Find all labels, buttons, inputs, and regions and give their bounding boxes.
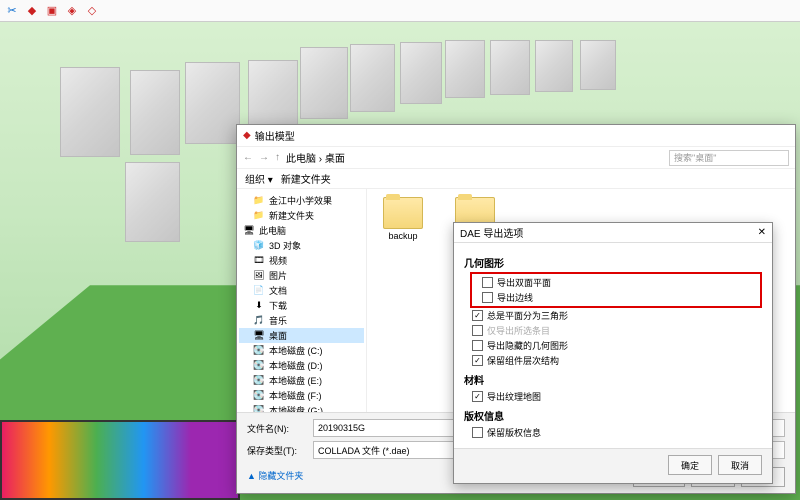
chk-selection-only [472, 325, 483, 336]
tree-item[interactable]: 📁新建文件夹 [239, 208, 364, 223]
folder-icon: 🖼 [253, 270, 265, 282]
folder-icon: 💽 [253, 405, 265, 413]
app-icon: ◆ [243, 130, 251, 141]
dialog-nav: ← → ↑ 此电脑 › 桌面 搜索"桌面" [237, 147, 795, 169]
folder-icon: 📁 [253, 210, 265, 222]
chk-edges[interactable] [482, 292, 493, 303]
tree-item[interactable]: 🖼图片 [239, 268, 364, 283]
nav-fwd-icon[interactable]: → [259, 152, 269, 163]
dialog-titlebar: ◆ 输出模型 [237, 125, 795, 147]
chk-hierarchy[interactable] [472, 355, 483, 366]
options-ok-button[interactable]: 确定 [668, 455, 712, 475]
dialog-toolbar: 组织 ▾ 新建文件夹 [237, 169, 795, 189]
folder-icon: 🖥 [243, 225, 255, 237]
folder-icon: 🧊 [253, 240, 265, 252]
group-credits: 版权信息 [464, 408, 762, 423]
tool-red4-icon[interactable]: ◇ [84, 3, 100, 19]
tool-red3-icon[interactable]: ◈ [64, 3, 80, 19]
folder-tree[interactable]: 📁金江中小学效果📁新建文件夹🖥此电脑🧊3D 对象🎞视频🖼图片📄文档⬇下载🎵音乐🖥… [237, 189, 367, 412]
folder-icon: 💽 [253, 390, 265, 402]
folder-icon: ⬇ [253, 300, 265, 312]
folder-icon: 💽 [253, 360, 265, 372]
filename-label: 文件名(N): [247, 422, 307, 435]
tree-item[interactable]: 💽本地磁盘 (G:) [239, 403, 364, 412]
hide-folders-link[interactable]: ▲ 隐藏文件夹 [247, 469, 303, 482]
folder-icon: 📄 [253, 285, 265, 297]
chk-textures[interactable] [472, 391, 483, 402]
tree-item[interactable]: 💽本地磁盘 (D:) [239, 358, 364, 373]
folder-icon [383, 197, 423, 229]
tree-item[interactable]: 📁金江中小学效果 [239, 193, 364, 208]
tree-item[interactable]: ⬇下载 [239, 298, 364, 313]
folder-icon: 💽 [253, 375, 265, 387]
tree-item[interactable]: 🖥此电脑 [239, 223, 364, 238]
tree-item[interactable]: 📄文档 [239, 283, 364, 298]
dae-options-dialog: DAE 导出选项 ✕ 几何图形 导出双面平面 导出边线 总是平面分为三角形 仅导… [453, 222, 773, 484]
organize-button[interactable]: 组织 ▾ [245, 171, 273, 186]
chk-triangulate[interactable] [472, 310, 483, 321]
tree-item[interactable]: 🎞视频 [239, 253, 364, 268]
breadcrumb[interactable]: 此电脑 › 桌面 [286, 150, 663, 165]
tool-scissors-icon[interactable]: ✂ [4, 3, 20, 19]
tool-red1-icon[interactable]: ◆ [24, 3, 40, 19]
folder-icon: 💽 [253, 345, 265, 357]
file-item[interactable]: backup [375, 197, 431, 241]
close-icon[interactable]: ✕ [758, 227, 766, 238]
options-cancel-button[interactable]: 取消 [718, 455, 762, 475]
tree-item[interactable]: 💽本地磁盘 (C:) [239, 343, 364, 358]
chk-hidden-geom[interactable] [472, 340, 483, 351]
folder-icon: 🖥 [253, 330, 265, 342]
nav-back-icon[interactable]: ← [243, 152, 253, 163]
dialog-title: 输出模型 [255, 128, 295, 143]
tool-red2-icon[interactable]: ▣ [44, 3, 60, 19]
folder-icon: 🎞 [253, 255, 265, 267]
chk-credits[interactable] [472, 427, 483, 438]
group-geometry: 几何图形 [464, 255, 762, 270]
search-input[interactable]: 搜索"桌面" [669, 150, 789, 166]
folder-icon: 🎵 [253, 315, 265, 327]
tree-item[interactable]: 🎵音乐 [239, 313, 364, 328]
group-materials: 材料 [464, 372, 762, 387]
folder-icon: 📁 [253, 195, 265, 207]
tree-item[interactable]: 🖥桌面 [239, 328, 364, 343]
nav-up-icon[interactable]: ↑ [275, 152, 280, 163]
new-folder-button[interactable]: 新建文件夹 [281, 171, 331, 186]
tree-item[interactable]: 🧊3D 对象 [239, 238, 364, 253]
chk-twosided[interactable] [482, 277, 493, 288]
tree-item[interactable]: 💽本地磁盘 (F:) [239, 388, 364, 403]
options-title: DAE 导出选项 [460, 225, 523, 240]
filetype-label: 保存类型(T): [247, 444, 307, 457]
app-toolbar: ✂ ◆ ▣ ◈ ◇ [0, 0, 800, 22]
tree-item[interactable]: 💽本地磁盘 (E:) [239, 373, 364, 388]
